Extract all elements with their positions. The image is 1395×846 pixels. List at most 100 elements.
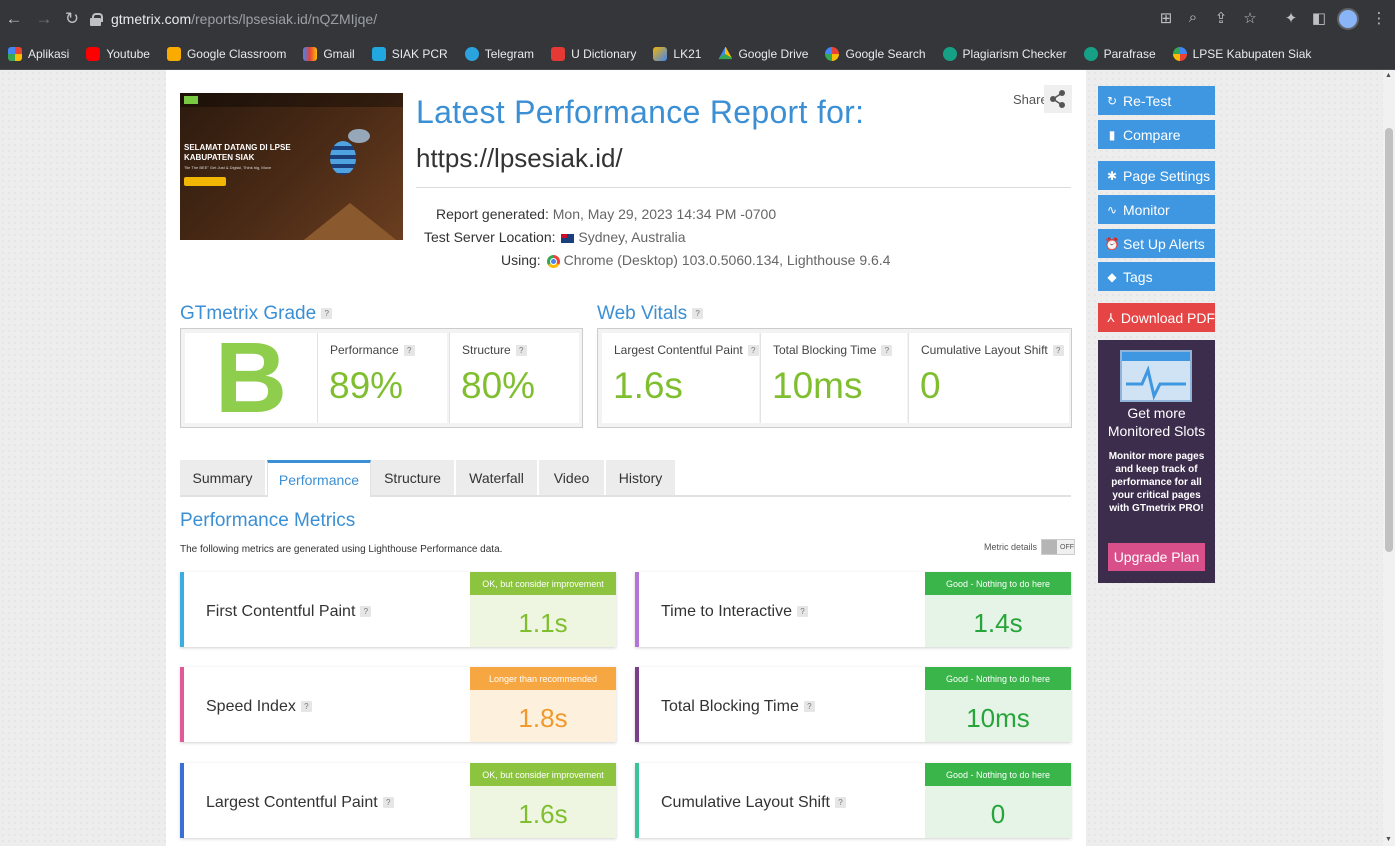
scroll-up-icon[interactable]: ▲ [1385, 72, 1392, 79]
telegram-icon [464, 46, 479, 61]
bookmark-label: SIAK PCR [391, 46, 448, 61]
structure-cell: Structure? 80% [449, 333, 579, 423]
share-button[interactable] [1044, 85, 1072, 113]
help-icon[interactable]: ? [1052, 345, 1064, 357]
performance-label: Performance? [330, 343, 415, 357]
using-row: Using: Chrome (Desktop) 103.0.5060.134, … [501, 252, 890, 268]
structure-label-text: Structure [462, 343, 511, 357]
tbt-cell: Total Blocking Time? 10ms [760, 333, 907, 423]
page-scrollbar[interactable]: ▲ ▼ [1383, 70, 1395, 846]
bookmarks-bar: Aplikasi Youtube Google Classroom Gmail … [0, 38, 1395, 70]
help-icon[interactable]: ? [803, 701, 815, 713]
retest-button[interactable]: ↻ Re-Test [1098, 86, 1215, 115]
bookmark-item[interactable]: Parafrase [1083, 46, 1156, 61]
metric-stripe [180, 763, 184, 838]
download-pdf-button[interactable]: ⅄ Download PDF [1098, 303, 1215, 332]
plagiarism-icon [942, 46, 957, 61]
side-panel-icon[interactable]: ◧ [1309, 9, 1329, 27]
bookmark-item[interactable]: LK21 [653, 46, 701, 61]
compare-label: Compare [1123, 126, 1181, 143]
monitor-button[interactable]: ∿ Monitor [1098, 195, 1215, 224]
bookmark-item[interactable]: Plagiarism Checker [942, 46, 1067, 61]
share-page-icon[interactable]: ⇪ [1211, 9, 1231, 27]
bookmark-item[interactable]: Google Classroom [166, 46, 286, 61]
help-icon[interactable]: ? [797, 606, 809, 618]
help-icon[interactable]: ? [403, 345, 415, 357]
url-path: /reports/lpsesiak.id/nQZMIjqe/ [191, 11, 378, 27]
bookmark-item[interactable]: U Dictionary [551, 46, 637, 61]
help-icon[interactable]: ? [692, 308, 704, 320]
menu-icon[interactable]: ⋮ [1369, 9, 1389, 27]
google-icon [825, 46, 840, 61]
lock-icon [90, 12, 103, 26]
metric-panel: OK, but consider improvement 1.6s [470, 763, 616, 838]
upgrade-plan-button[interactable]: Upgrade Plan [1108, 543, 1205, 571]
tab-structure[interactable]: Structure [371, 460, 455, 495]
metric-details-toggle[interactable]: OFF [1041, 539, 1076, 555]
help-icon[interactable]: ? [382, 797, 394, 809]
bookmark-item[interactable]: Telegram [464, 46, 534, 61]
compare-button[interactable]: ▮ Compare [1098, 120, 1215, 149]
cls-label: Cumulative Layout Shift? [921, 343, 1064, 357]
grade-letter-cell: B [185, 322, 317, 434]
help-icon[interactable]: ? [300, 701, 312, 713]
bookmark-item[interactable]: Google Search [825, 46, 926, 61]
bookmark-label: Youtube [106, 46, 150, 61]
bookmark-item[interactable]: SIAK PCR [371, 46, 448, 61]
performance-label-text: Performance [330, 343, 399, 357]
metric-stripe [635, 572, 639, 647]
metric-card-tbt: Total Blocking Time? Good - Nothing to d… [635, 667, 1071, 742]
report-tabs: Summary Performance Structure Waterfall … [180, 460, 1071, 497]
metric-status-badge: OK, but consider improvement [470, 763, 616, 786]
scroll-down-icon[interactable]: ▼ [1385, 836, 1392, 843]
profile-avatar[interactable] [1337, 8, 1359, 30]
reload-icon[interactable]: ↻ [60, 9, 84, 29]
bookmark-item[interactable]: Youtube [86, 46, 150, 61]
metric-value: 1.8s [518, 703, 568, 733]
browser-toolbar: ← → ↻ gtmetrix.com /reports/lpsesiak.id/… [0, 0, 1395, 38]
monitor-label: Monitor [1123, 201, 1170, 218]
tags-button[interactable]: ◆ Tags [1098, 262, 1215, 291]
toggle-state: OFF [1060, 543, 1075, 551]
extensions-icon[interactable]: ✦ [1281, 9, 1301, 27]
forward-icon[interactable]: → [32, 9, 56, 29]
bookmark-label: U Dictionary [571, 46, 637, 61]
report-title: Latest Performance Report for: [416, 94, 865, 130]
tab-waterfall[interactable]: Waterfall [456, 460, 538, 495]
bookmark-item[interactable]: Gmail [303, 46, 355, 61]
metric-label: Cumulative Layout Shift? [661, 794, 846, 812]
back-icon[interactable]: ← [2, 9, 26, 29]
site-screenshot-thumbnail: SELAMAT DATANG DI LPSE KABUPATEN SIAK "B… [180, 93, 403, 240]
web-vitals-label: Web Vitals [597, 303, 688, 324]
tab-history[interactable]: History [606, 460, 676, 495]
metric-label: Total Blocking Time? [661, 698, 815, 716]
bookmark-item[interactable]: Google Drive [718, 46, 809, 61]
bookmark-star-icon[interactable]: ☆ [1240, 9, 1260, 27]
scrollbar-thumb[interactable] [1385, 128, 1393, 552]
help-icon[interactable]: ? [747, 345, 759, 357]
bookmark-item[interactable]: Aplikasi [8, 46, 69, 61]
tab-performance[interactable]: Performance [267, 460, 371, 497]
page-settings-button[interactable]: ✱ Page Settings [1098, 161, 1215, 190]
report-panel: SELAMAT DATANG DI LPSE KABUPATEN SIAK "B… [166, 70, 1086, 846]
help-icon[interactable]: ? [881, 345, 893, 357]
report-url: https://lpsesiak.id/ [416, 143, 623, 173]
tab-summary[interactable]: Summary [180, 460, 266, 495]
translate-icon[interactable]: ⊞ [1156, 9, 1176, 27]
dictionary-icon [551, 46, 566, 61]
refresh-icon: ↻ [1106, 93, 1118, 108]
address-bar[interactable]: gtmetrix.com /reports/lpsesiak.id/nQZMIj… [90, 5, 1266, 33]
tab-video[interactable]: Video [539, 460, 605, 495]
help-icon[interactable]: ? [834, 797, 846, 809]
set-up-alerts-button[interactable]: ⏰ Set Up Alerts [1098, 229, 1215, 258]
bookmark-item[interactable]: LPSE Kabupaten Siak [1172, 46, 1311, 61]
siak-icon [371, 46, 386, 61]
using-label: Using: [501, 252, 541, 268]
page-viewport: SELAMAT DATANG DI LPSE KABUPATEN SIAK "B… [0, 70, 1383, 846]
bookmark-label: Google Drive [738, 46, 809, 61]
help-icon[interactable]: ? [360, 606, 372, 618]
help-icon[interactable]: ? [515, 345, 527, 357]
help-icon[interactable]: ? [321, 308, 333, 320]
tags-label: Tags [1123, 268, 1153, 285]
zoom-icon[interactable]: ⌕ [1183, 9, 1203, 26]
